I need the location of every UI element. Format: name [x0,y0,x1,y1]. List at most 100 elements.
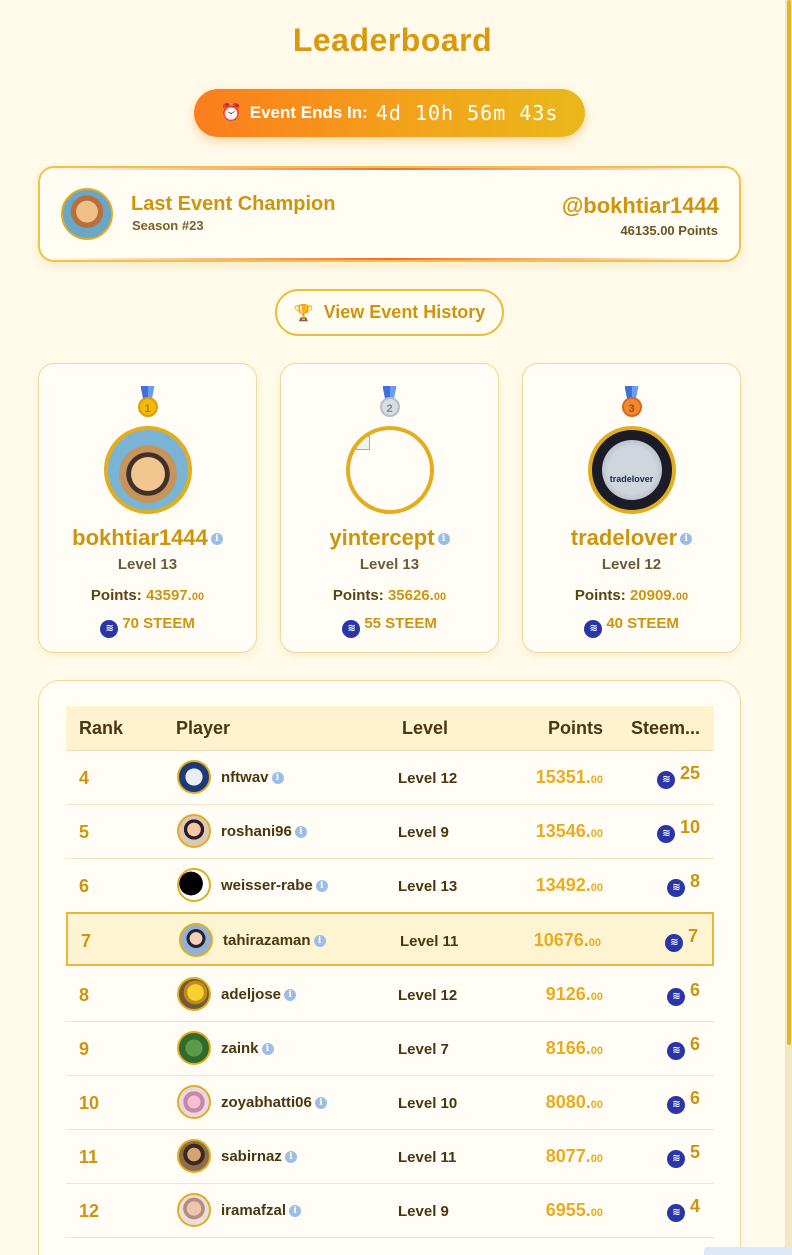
avatar [177,1031,211,1065]
steem-icon: ≋ [656,825,675,843]
row-level: Level 11 [400,933,459,950]
table-row[interactable]: 10 zoyabhatti06 i Level 10 8080.00 ≋ 6 [66,1076,714,1130]
row-player[interactable]: nftwav i [221,769,284,786]
table-header: Rank Player Level Points Steem... [66,706,714,751]
row-rank: 10 [79,1093,100,1113]
header-player[interactable]: Player [176,718,230,739]
row-steem: ≋ 5 [666,1142,700,1168]
info-icon[interactable]: i [289,1205,302,1218]
row-player[interactable]: weisser-rabe i [221,877,328,894]
row-player[interactable]: zaink i [221,1040,274,1057]
steem-icon: ≋ [584,620,603,638]
info-icon[interactable]: i [680,533,693,546]
podium-card-first[interactable]: 1 bokhtiar1444 i Level 13 Points: 43597.0… [38,363,257,653]
row-level: Level 9 [398,1203,449,1220]
view-event-history-button[interactable]: 🏆 View Event History [275,289,504,336]
corner-tab[interactable] [704,1247,792,1255]
row-rank: 5 [79,822,90,842]
avatar [345,426,434,514]
row-rank: 12 [79,1201,100,1221]
row-points: 15351.00 [535,767,603,787]
steem-icon: ≋ [666,1150,685,1168]
row-steem: ≋ 10 [656,817,700,843]
table-row[interactable]: 5 roshani96 i Level 9 13546.00 ≋ 10 [66,805,714,859]
countdown-label: Event Ends In: [249,103,368,122]
podium-name[interactable]: bokhtiar1444 i [39,525,256,551]
info-icon[interactable]: i [284,1151,297,1164]
row-points: 13492.00 [535,875,603,895]
steem-icon: ≋ [666,1204,685,1222]
table-row[interactable]: 8 adeljose i Level 12 9126.00 ≋ 6 [66,968,714,1022]
podium-steem-reward: ≋ 70 STEEM [39,615,256,638]
podium-level: Level 13 [359,556,420,573]
last-champion-card: Last Event Champion Season #23 @bokhtiar… [38,166,741,262]
podium-name[interactable]: tradelover i [523,525,740,551]
podium-steem-reward: ≋ 40 STEEM [523,615,740,638]
table-row[interactable]: 4 nftwav i Level 12 15351.00 ≋ 25 [66,751,714,805]
row-level: Level 13 [398,878,458,895]
podium-card-second[interactable]: 2 yintercept i Level 13 Points: 35626.00 … [280,363,499,653]
row-level: Level 12 [398,770,458,787]
table-row[interactable]: 6 weisser-rabe i Level 13 13492.00 ≋ 8 [66,859,714,913]
row-rank: 6 [79,876,90,896]
info-icon[interactable]: i [314,1097,327,1110]
avatar [179,923,213,957]
row-rank: 9 [79,1039,90,1059]
row-points: 9126.00 [545,984,603,1004]
podium-card-third[interactable]: 3 tradelover tradelover i Level 12 Points… [522,363,741,653]
steem-icon: ≋ [666,879,685,897]
podium-name[interactable]: yintercept i [281,525,498,551]
row-points: 8080.00 [545,1092,603,1112]
avatar [177,1085,211,1119]
info-icon[interactable]: i [437,533,450,546]
tradelover-logo: tradelover [601,440,662,500]
row-steem: ≋ 25 [656,763,700,789]
page-scrollbar[interactable] [785,0,792,1255]
row-level: Level 7 [398,1041,449,1058]
avatar [177,760,211,794]
champion-title: Last Event Champion [131,193,336,215]
header-rank[interactable]: Rank [79,718,123,739]
header-steem[interactable]: Steem... [631,718,700,739]
info-icon[interactable]: i [210,533,223,546]
row-player[interactable]: zoyabhatti06 i [221,1094,327,1111]
champion-username[interactable]: @bokhtiar1444 [562,193,719,219]
podium-points: Points: 43597.00 [90,587,205,604]
info-icon[interactable]: i [313,935,326,948]
info-icon[interactable]: i [261,1043,274,1056]
table-row[interactable]: 7 tahirazaman i Level 11 10676.00 ≋ 7 [66,912,714,966]
info-icon[interactable]: i [315,880,328,893]
row-level: Level 11 [398,1149,457,1166]
avatar [177,1193,211,1227]
row-player[interactable]: tahirazaman i [223,932,326,949]
row-level: Level 9 [398,824,449,841]
table-row[interactable]: 11 sabirnaz i Level 11 8077.00 ≋ 5 [66,1130,714,1184]
row-level: Level 12 [398,987,458,1004]
champion-season: Season #23 [132,218,204,233]
countdown-time: 4d 10h 56m 43s [375,101,559,125]
header-level[interactable]: Level [402,718,448,739]
row-player[interactable]: iramafzal i [221,1202,302,1219]
row-player[interactable]: sabirnaz i [221,1148,297,1165]
steem-icon: ≋ [666,1042,685,1060]
avatar [177,814,211,848]
info-icon[interactable]: i [284,989,297,1002]
row-player[interactable]: adeljose i [221,986,297,1003]
header-points[interactable]: Points [548,718,603,739]
table-row[interactable]: 12 iramafzal i Level 9 6955.00 ≋ 4 [66,1184,714,1238]
gold-medal-icon: 1 [136,386,160,418]
info-icon[interactable]: i [294,826,307,839]
scrollbar-thumb[interactable] [787,0,791,1045]
table-row[interactable]: 9 zaink i Level 7 8166.00 ≋ 6 [66,1022,714,1076]
champion-avatar [61,188,113,240]
page-title: Leaderboard [292,22,493,58]
avatar [103,426,192,514]
row-steem: ≋ 6 [666,980,700,1006]
steem-icon: ≋ [666,1096,685,1114]
info-icon[interactable]: i [271,772,284,785]
row-level: Level 10 [398,1095,458,1112]
row-rank: 7 [81,931,92,951]
row-rank: 8 [79,985,90,1005]
row-points: 6955.00 [545,1200,603,1220]
row-player[interactable]: roshani96 i [221,823,307,840]
